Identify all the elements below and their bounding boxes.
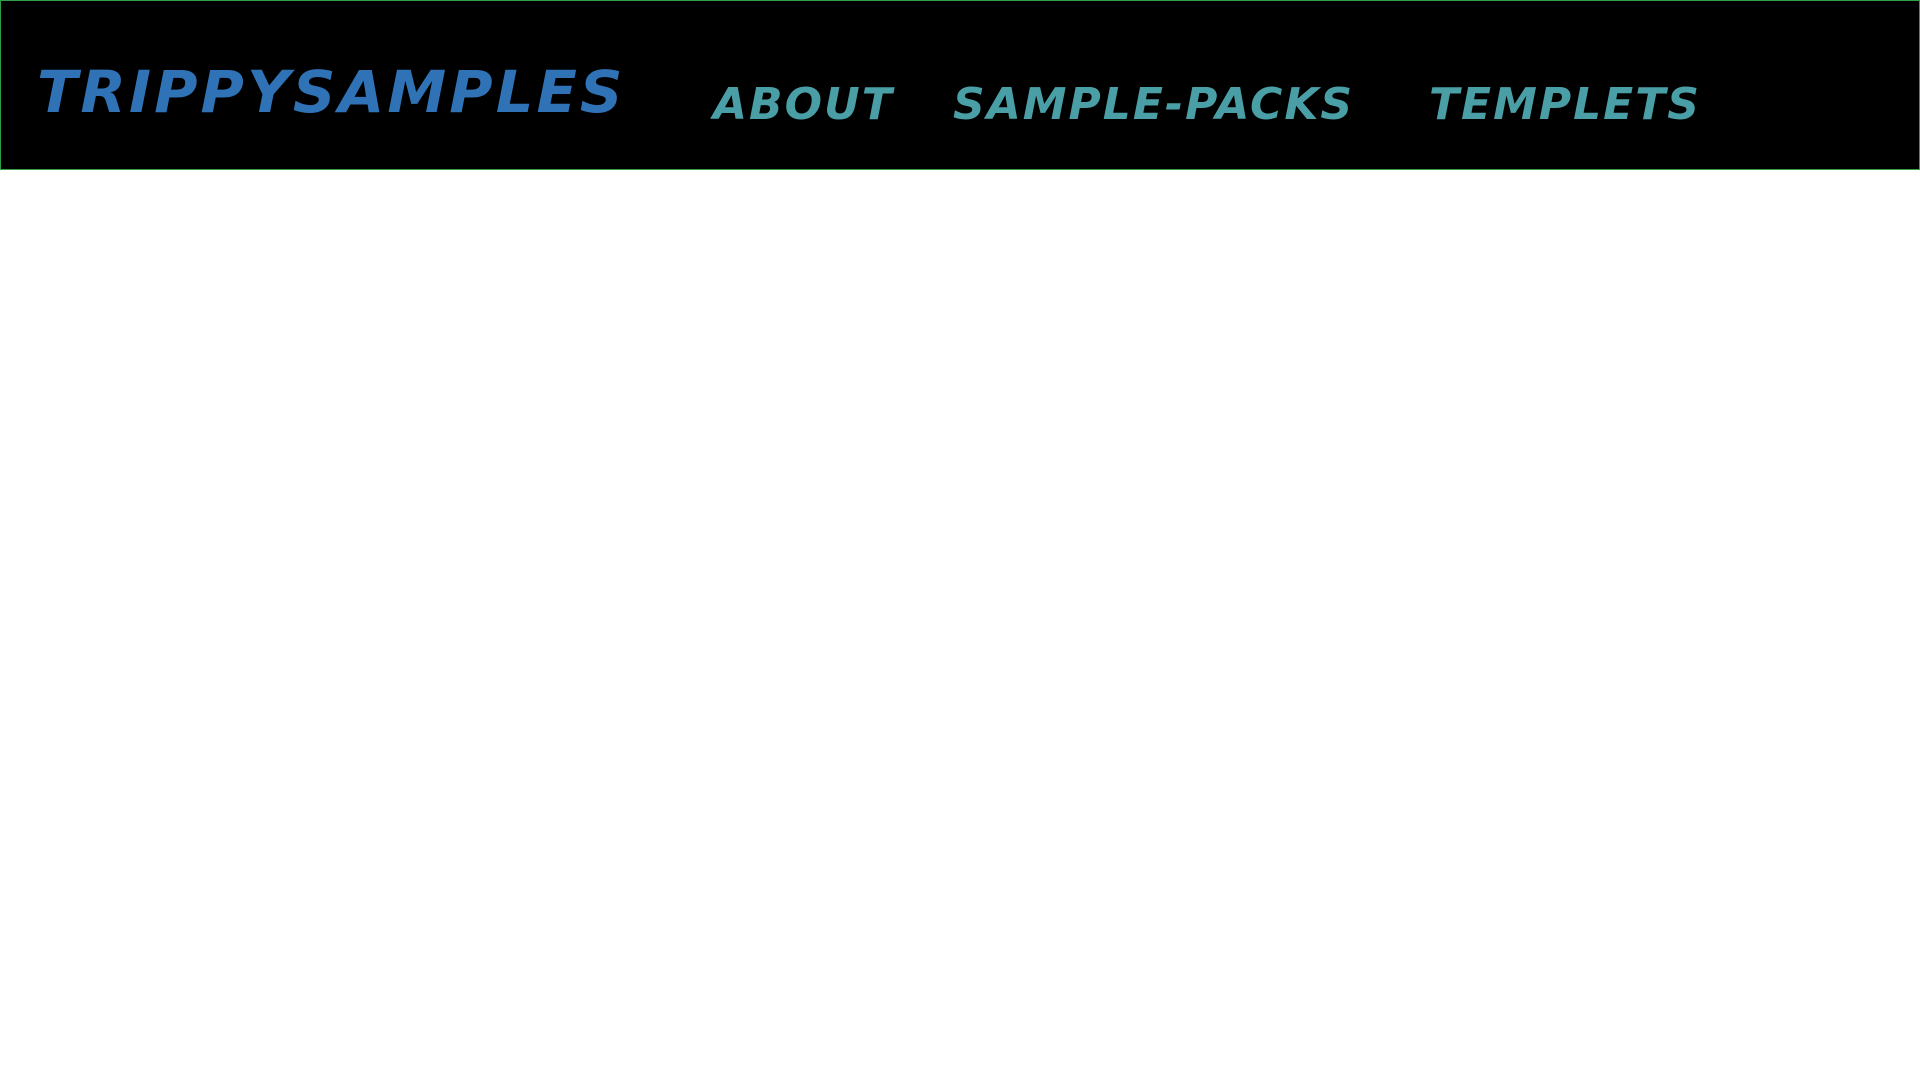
nav-link-sample-packs[interactable]: SAMPLE-PACKS xyxy=(953,79,1354,131)
nav-link-about[interactable]: ABOUT xyxy=(713,79,894,131)
nav-link-templets[interactable]: TEMPLETS xyxy=(1429,79,1701,131)
brand-logo-link[interactable]: TRIPPYSAMPLES xyxy=(37,57,626,127)
site-header: TRIPPYSAMPLES ABOUT SAMPLE-PACKS TEMPLET… xyxy=(0,0,1920,170)
main-content-area xyxy=(0,170,1920,1080)
